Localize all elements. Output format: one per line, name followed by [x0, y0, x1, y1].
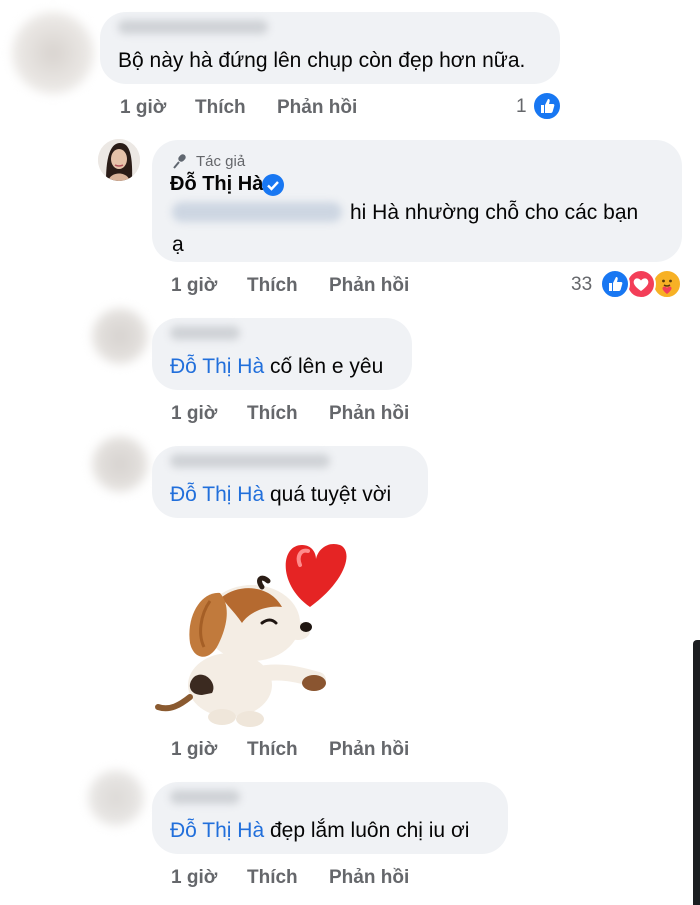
author-avatar[interactable]: [98, 139, 140, 181]
comment-text: Đỗ Thị Hà quá tuyệt vời: [170, 482, 391, 508]
reaction-count[interactable]: 33: [571, 274, 592, 296]
commenter-name[interactable]: [118, 20, 268, 34]
verified-badge-icon: [262, 174, 284, 196]
commenter-avatar[interactable]: [12, 12, 94, 94]
commenter-name[interactable]: [170, 790, 240, 804]
like-reaction-icon[interactable]: [600, 269, 630, 299]
comment-actions: 1 giờ Thích Phản hồi: [171, 403, 431, 427]
like-button[interactable]: Thích: [247, 739, 298, 761]
scrollbar-thumb[interactable]: [693, 640, 700, 905]
commenter-avatar[interactable]: [92, 308, 148, 364]
care-reaction-icon[interactable]: [652, 269, 682, 299]
comment-body: cố lên e yêu: [270, 355, 384, 378]
comment-actions: 1 giờ Thích Phản hồi: [120, 97, 380, 121]
comment-time[interactable]: 1 giờ: [120, 97, 166, 119]
commenter-name[interactable]: [170, 326, 240, 340]
comment-body: quá tuyệt vời: [270, 483, 392, 506]
puppy-heart-sticker: [150, 535, 350, 735]
comment-time[interactable]: 1 giờ: [171, 403, 217, 425]
commenter-name[interactable]: [170, 454, 330, 468]
mention-link[interactable]: Đỗ Thị Hà: [170, 483, 264, 506]
comment-text: Đỗ Thị Hà cố lên e yêu: [170, 354, 383, 380]
like-button[interactable]: Thích: [247, 403, 298, 425]
comment-actions: 1 giờ Thích Phản hồi: [171, 867, 431, 891]
reply-button[interactable]: Phản hồi: [329, 403, 409, 425]
love-reaction-icon[interactable]: [626, 269, 656, 299]
mention-link[interactable]: Đỗ Thị Hà: [170, 355, 264, 378]
reply-button[interactable]: Phản hồi: [329, 275, 409, 297]
mention-link[interactable]: Đỗ Thị Hà: [170, 819, 264, 842]
comment-text-line2: ạ: [172, 233, 184, 256]
author-badge-label: Tác giả: [196, 153, 246, 170]
reply-button[interactable]: Phản hồi: [329, 739, 409, 761]
comment-text: hi Hà nhường chỗ cho các bạn: [350, 201, 639, 224]
like-button[interactable]: Thích: [247, 275, 298, 297]
comment-time[interactable]: 1 giờ: [171, 739, 217, 761]
reaction-count[interactable]: 1: [516, 96, 527, 118]
like-button[interactable]: Thích: [247, 867, 298, 889]
like-button[interactable]: Thích: [195, 97, 246, 119]
comment-text: Đỗ Thị Hà đẹp lắm luôn chị iu ơi: [170, 818, 469, 844]
comment-time[interactable]: 1 giờ: [171, 867, 217, 889]
mentioned-user[interactable]: [172, 202, 342, 222]
reply-button[interactable]: Phản hồi: [329, 867, 409, 889]
commenter-avatar[interactable]: [92, 436, 148, 492]
reply-button[interactable]: Phản hồi: [277, 97, 357, 119]
commenter-avatar[interactable]: [88, 770, 144, 826]
like-reaction-icon[interactable]: [532, 91, 562, 121]
comment-actions: 1 giờ Thích Phản hồi: [171, 739, 431, 763]
comment-actions: 1 giờ Thích Phản hồi: [171, 275, 431, 299]
author-badge-icon: [171, 152, 189, 175]
author-name[interactable]: Đỗ Thị Hà: [170, 173, 263, 196]
comment-time[interactable]: 1 giờ: [171, 275, 217, 297]
comment-text: Bộ này hà đứng lên chụp còn đẹp hơn nữa.: [118, 49, 526, 72]
comment-body: đẹp lắm luôn chị iu ơi: [270, 819, 470, 842]
